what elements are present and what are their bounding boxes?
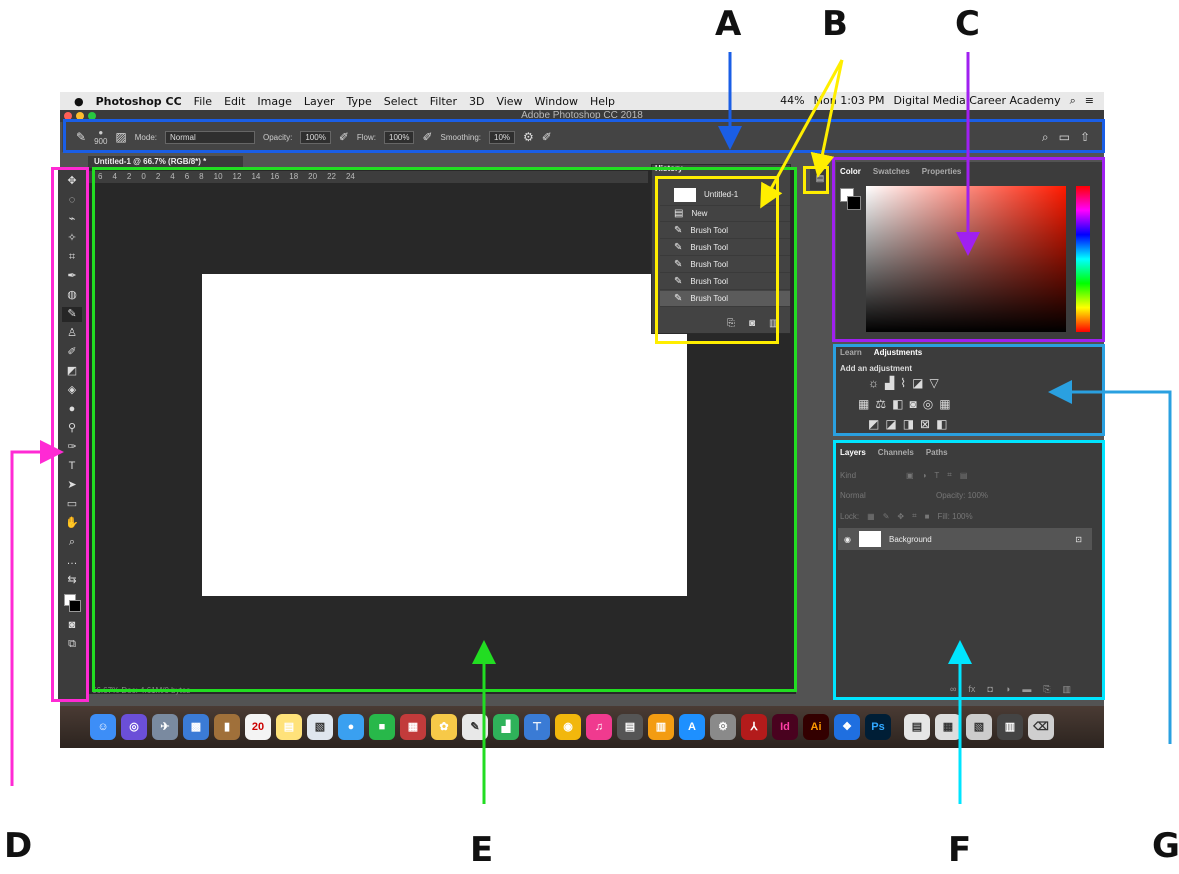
arrow-b-history <box>760 59 844 209</box>
label-f: F <box>948 830 972 870</box>
label-c: C <box>955 4 980 44</box>
label-g: G <box>1152 826 1179 866</box>
label-d: D <box>4 826 33 866</box>
label-b: B <box>822 4 848 44</box>
label-e: E <box>470 830 494 870</box>
arrow-g <box>1048 380 1172 744</box>
annotation-arrows <box>10 52 1172 804</box>
arrow-b-icon <box>810 59 844 178</box>
label-a: A <box>715 4 742 44</box>
arrow-d <box>10 440 64 786</box>
